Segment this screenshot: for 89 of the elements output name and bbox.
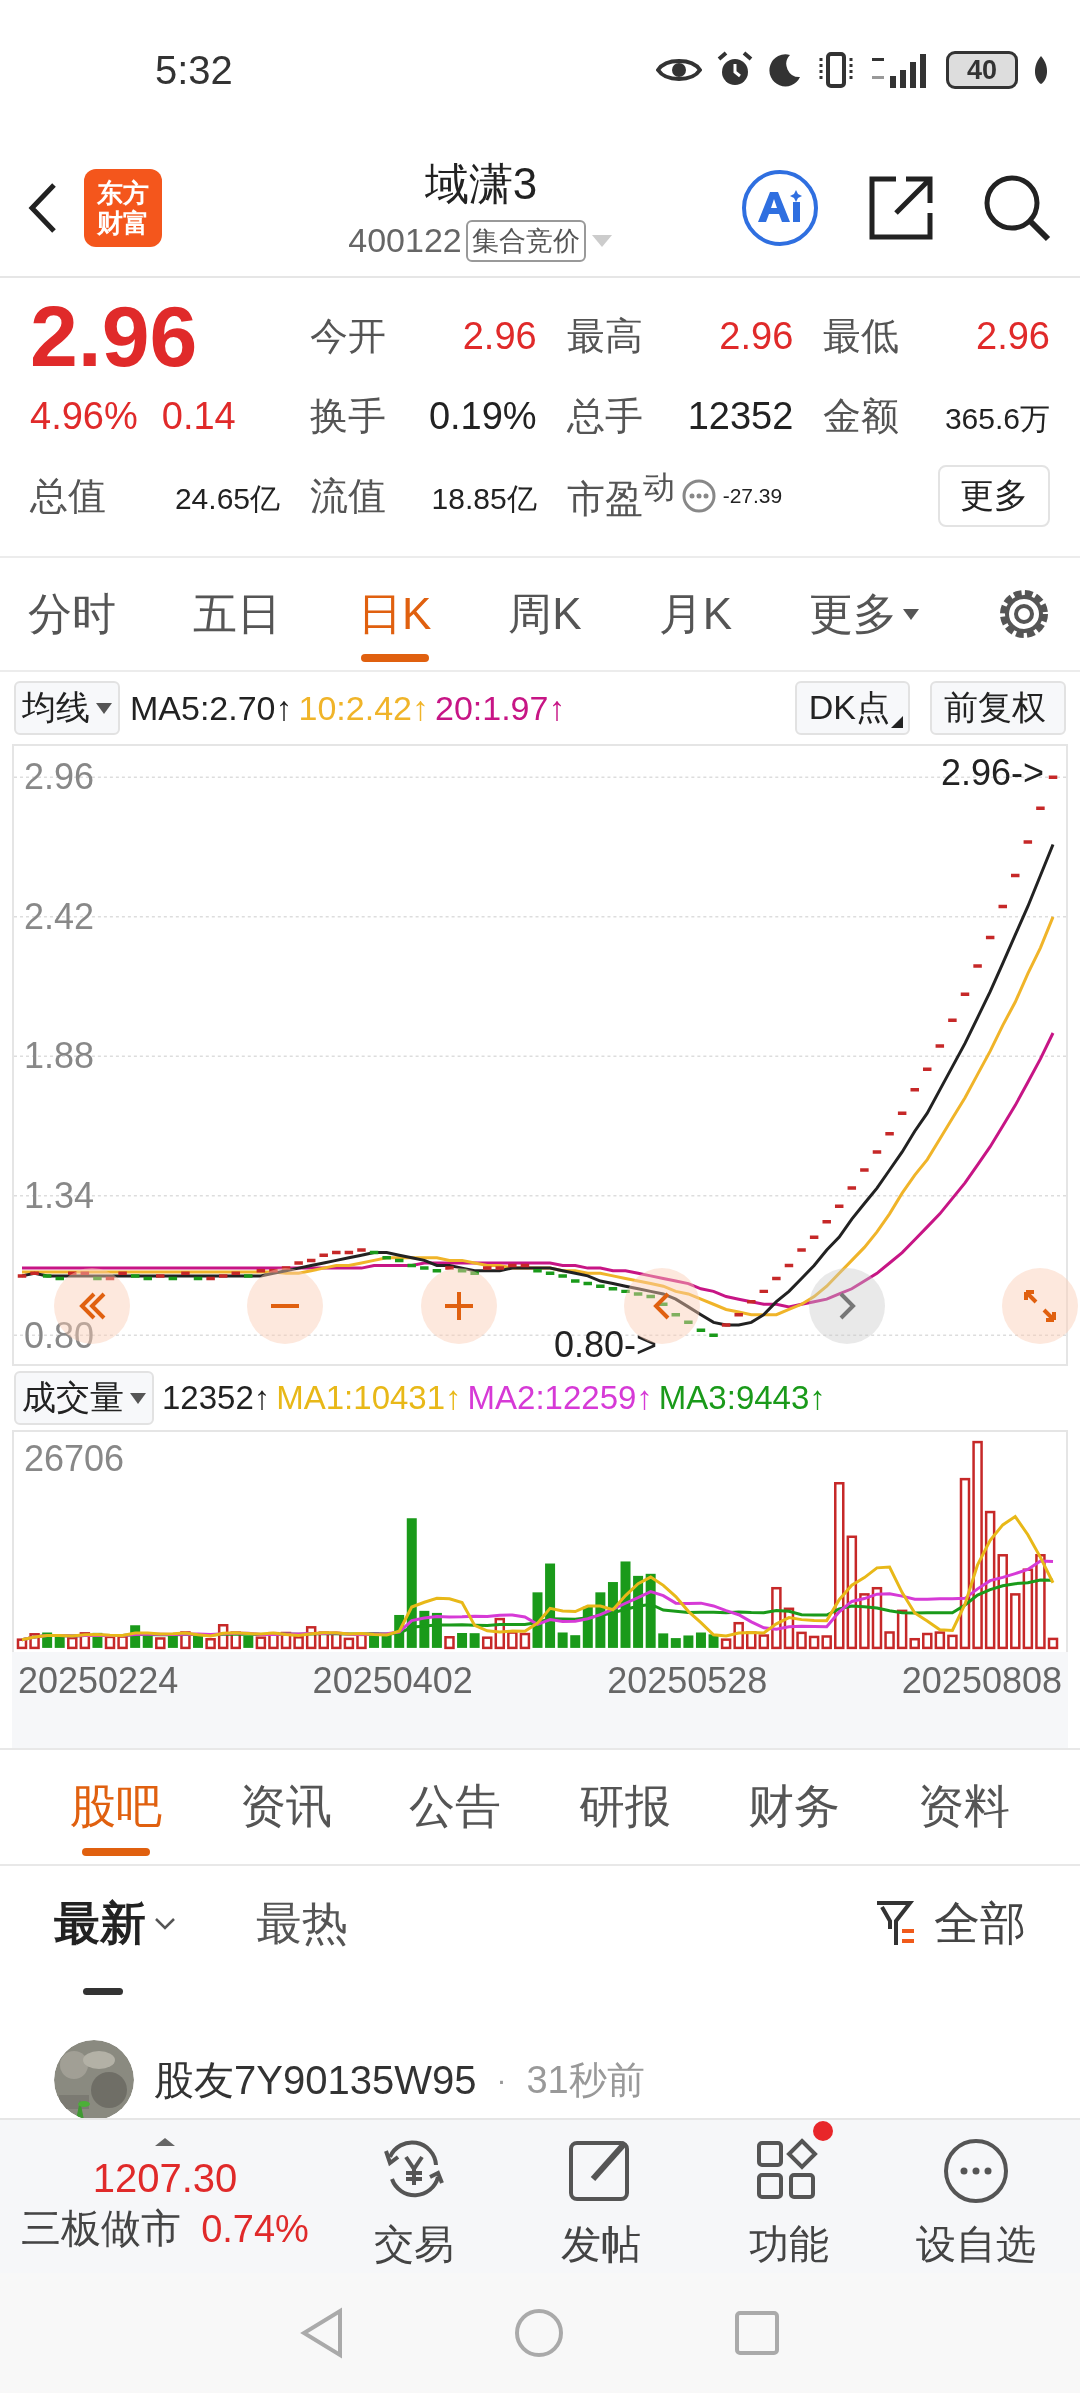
- tab-indicator: [82, 1848, 150, 1856]
- axis-label: 1.88: [24, 1035, 95, 1078]
- axis-label: 2.96: [24, 756, 95, 798]
- chart-tab[interactable]: 日K: [357, 564, 432, 664]
- chart-tab[interactable]: 更多: [809, 564, 919, 664]
- sort-tab[interactable]: 最热: [256, 1877, 348, 1995]
- more-icon[interactable]: [680, 478, 717, 514]
- date-label: 20250224: [18, 1660, 179, 1703]
- tab-indicator: [360, 653, 429, 662]
- high-price-label: 2.96->: [940, 752, 1044, 794]
- stat-label: 总手: [566, 393, 643, 439]
- axis-label: 2.42: [24, 895, 95, 938]
- stat-label: 今开: [310, 313, 386, 359]
- back-icon[interactable]: [28, 182, 58, 234]
- indicator-dropdown[interactable]: 均线: [14, 681, 120, 735]
- next-button[interactable]: [809, 1268, 885, 1344]
- stat-value: -27.39: [722, 484, 783, 508]
- search-icon[interactable]: [982, 173, 1052, 243]
- indicator-dropdown[interactable]: 成交量: [14, 1371, 154, 1425]
- chart-tab[interactable]: 五日: [193, 564, 281, 664]
- stat-label: 最高: [566, 313, 643, 359]
- tab-indicator: [83, 1988, 123, 1995]
- indicator-value: 10:2.42↑: [298, 688, 429, 728]
- stat-value: 24.65亿: [174, 480, 280, 517]
- stat-label: 市盈$^{动}$: [566, 468, 675, 522]
- username: 股友7Y90135W95: [154, 2057, 477, 2104]
- stat-label: 换手: [310, 393, 386, 439]
- index-name: 三板做市: [21, 2204, 182, 2252]
- chart-tab[interactable]: 分时: [28, 564, 116, 664]
- toolbar-button[interactable]: 功能: [695, 2120, 883, 2273]
- date-label: 20250402: [312, 1660, 473, 1703]
- leaf-icon: [1032, 54, 1050, 86]
- stock-name: 域潇3: [424, 157, 538, 210]
- axis-label: 1.34: [24, 1174, 95, 1217]
- indicator-value: MA1:10431↑: [276, 1379, 462, 1417]
- minus-icon: [271, 1304, 299, 1308]
- battery-icon: 40: [946, 51, 1018, 89]
- sort-tab[interactable]: 最新: [54, 1877, 176, 1995]
- date-label: 20250808: [901, 1660, 1062, 1703]
- stat-label: 流值: [310, 473, 386, 519]
- chevron-down-icon[interactable]: [154, 1917, 176, 1931]
- toolbar-button[interactable]: 交易: [320, 2120, 508, 2273]
- stat-value: 0.19%: [428, 394, 537, 438]
- axis-label: 26706: [24, 1438, 125, 1480]
- index-change: 0.74%: [201, 2207, 309, 2251]
- change-percent: 4.96%: [30, 394, 138, 438]
- axis-label: 0.80: [24, 1314, 95, 1357]
- indicator-value: MA3:9443↑: [658, 1379, 826, 1417]
- chart-option-button[interactable]: 前复权: [930, 681, 1066, 735]
- change-amount: 0.14: [161, 394, 236, 438]
- content-tab[interactable]: 资讯: [239, 1756, 332, 1858]
- filter-button[interactable]: 全部: [874, 1893, 1026, 1979]
- indicator-value: 12352↑: [162, 1379, 271, 1417]
- content-tab[interactable]: 股吧: [70, 1756, 162, 1858]
- app-logo: 东方 财富: [84, 169, 162, 247]
- last-price: 2.96: [30, 296, 199, 376]
- stat-value: 12352: [687, 394, 794, 438]
- stat-value: 18.85亿: [431, 480, 537, 517]
- indicator-value: MA5:2.70↑: [130, 688, 293, 728]
- content-tab[interactable]: 研报: [578, 1756, 671, 1858]
- low-price-label: 0.80->: [554, 1324, 658, 1366]
- content-tab[interactable]: 财务: [748, 1756, 841, 1858]
- stat-label: 金额: [823, 393, 900, 439]
- chart-tab[interactable]: 月K: [658, 564, 732, 664]
- stat-value: 2.96: [719, 314, 794, 358]
- ai-icon[interactable]: [740, 168, 820, 248]
- separator-dot: ·: [496, 2062, 507, 2098]
- stat-value: 2.96: [462, 314, 537, 358]
- moon-icon: [768, 53, 802, 87]
- date-label: 20250528: [607, 1660, 768, 1703]
- content-tab[interactable]: 公告: [409, 1756, 502, 1858]
- stat-value: 365.6万: [944, 400, 1050, 437]
- stat-label: 总值: [30, 473, 106, 519]
- post-time: 31秒前: [526, 2058, 645, 2103]
- trading-status-tag: 集合竞价: [465, 219, 586, 262]
- more-button[interactable]: 更多: [938, 465, 1050, 527]
- chart-tab[interactable]: 周K: [508, 564, 582, 664]
- status-time: 5:32: [155, 47, 233, 93]
- indicator-value: 20:1.97↑: [435, 688, 566, 728]
- stock-code: 400122: [348, 221, 462, 260]
- toolbar-button[interactable]: 设自选: [882, 2120, 1070, 2273]
- up-caret-icon: [155, 2137, 175, 2146]
- chart-option-button[interactable]: DK点: [794, 681, 910, 735]
- content-tab[interactable]: 资料: [917, 1756, 1010, 1858]
- index-value: 1207.30: [92, 2155, 238, 2201]
- stat-label: 最低: [823, 313, 900, 359]
- indicator-value: MA2:12259↑: [467, 1379, 653, 1417]
- toolbar-button[interactable]: 发帖: [507, 2120, 695, 2273]
- stat-value: 2.96: [976, 314, 1050, 358]
